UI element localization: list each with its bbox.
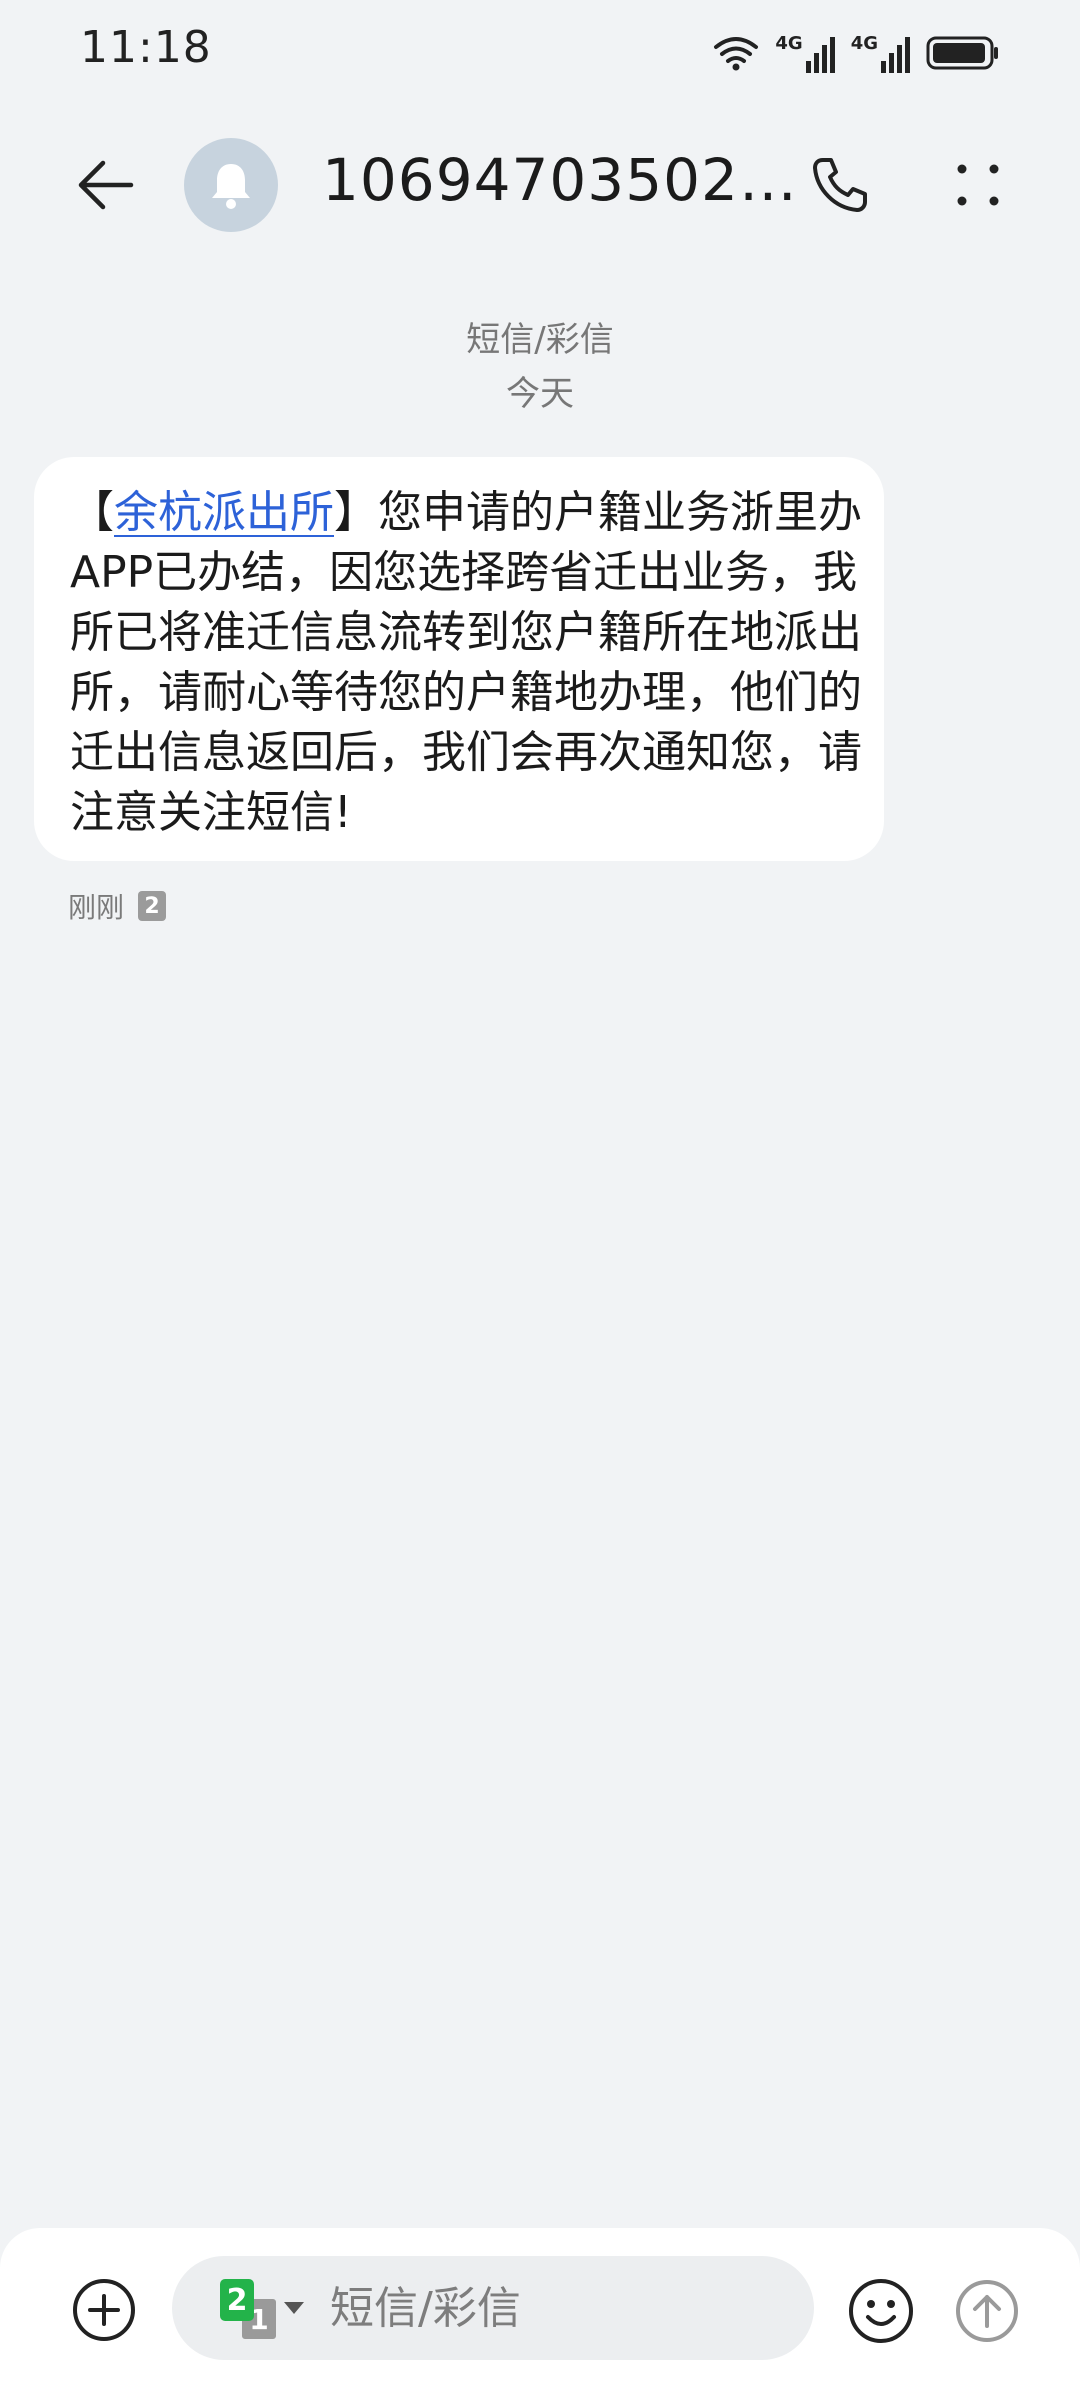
message-time: 刚刚 (68, 891, 125, 924)
bell-icon (212, 164, 250, 209)
call-button[interactable] (800, 145, 880, 225)
status-icons: 4G 4G (713, 26, 1000, 80)
date-label: 今天 (506, 374, 574, 414)
message-bubble[interactable]: 【余杭派出所】您申请的户籍业务浙里办APP已办结，因您选择跨省迁出业务，我所已将… (34, 457, 884, 861)
bracket-close: 】 (334, 487, 378, 538)
more-vertical-icon (957, 164, 999, 206)
emoji-icon (849, 2279, 913, 2343)
add-attachment-button[interactable] (64, 2270, 144, 2350)
status-time: 11:18 (80, 22, 212, 73)
cell-signal-1-icon: 4G (775, 33, 835, 73)
sim-front-label: 2 (220, 2279, 254, 2321)
message-status: 刚刚 2 (68, 886, 167, 926)
network-type-label: 4G (775, 33, 803, 54)
sender-link[interactable]: 余杭派出所 (114, 487, 334, 538)
chevron-down-icon (284, 2302, 304, 2314)
sim-badge: 2 (138, 891, 167, 921)
network-type-label: 4G (850, 33, 878, 54)
send-icon (956, 2280, 1018, 2342)
send-button[interactable] (952, 2266, 1022, 2356)
message-input[interactable] (328, 2281, 712, 2335)
message-body: 您申请的户籍业务浙里办APP已办结，因您选择跨省迁出业务，我所已将准迁信息流转到… (70, 487, 862, 838)
sim-switch-button[interactable]: 1 2 (220, 2279, 304, 2341)
sim-switch-icon: 1 2 (220, 2279, 282, 2341)
back-button[interactable] (60, 140, 150, 230)
emoji-button[interactable] (836, 2266, 926, 2356)
add-icon (73, 2279, 135, 2341)
wifi-icon (714, 37, 759, 71)
bracket-open: 【 (70, 487, 114, 538)
message-input-container: 1 2 (172, 2256, 814, 2360)
battery-icon (926, 36, 998, 70)
contact-title: 10694703502… (322, 146, 798, 214)
cell-signal-2-icon: 4G (851, 33, 910, 73)
back-arrow-icon (78, 160, 134, 210)
phone-icon (813, 158, 867, 212)
contact-avatar[interactable] (184, 138, 278, 232)
message-type-label: 短信/彩信 (466, 320, 614, 360)
more-options-button[interactable] (938, 145, 1018, 225)
conversation-meta: 短信/彩信 今天 (0, 313, 1080, 421)
